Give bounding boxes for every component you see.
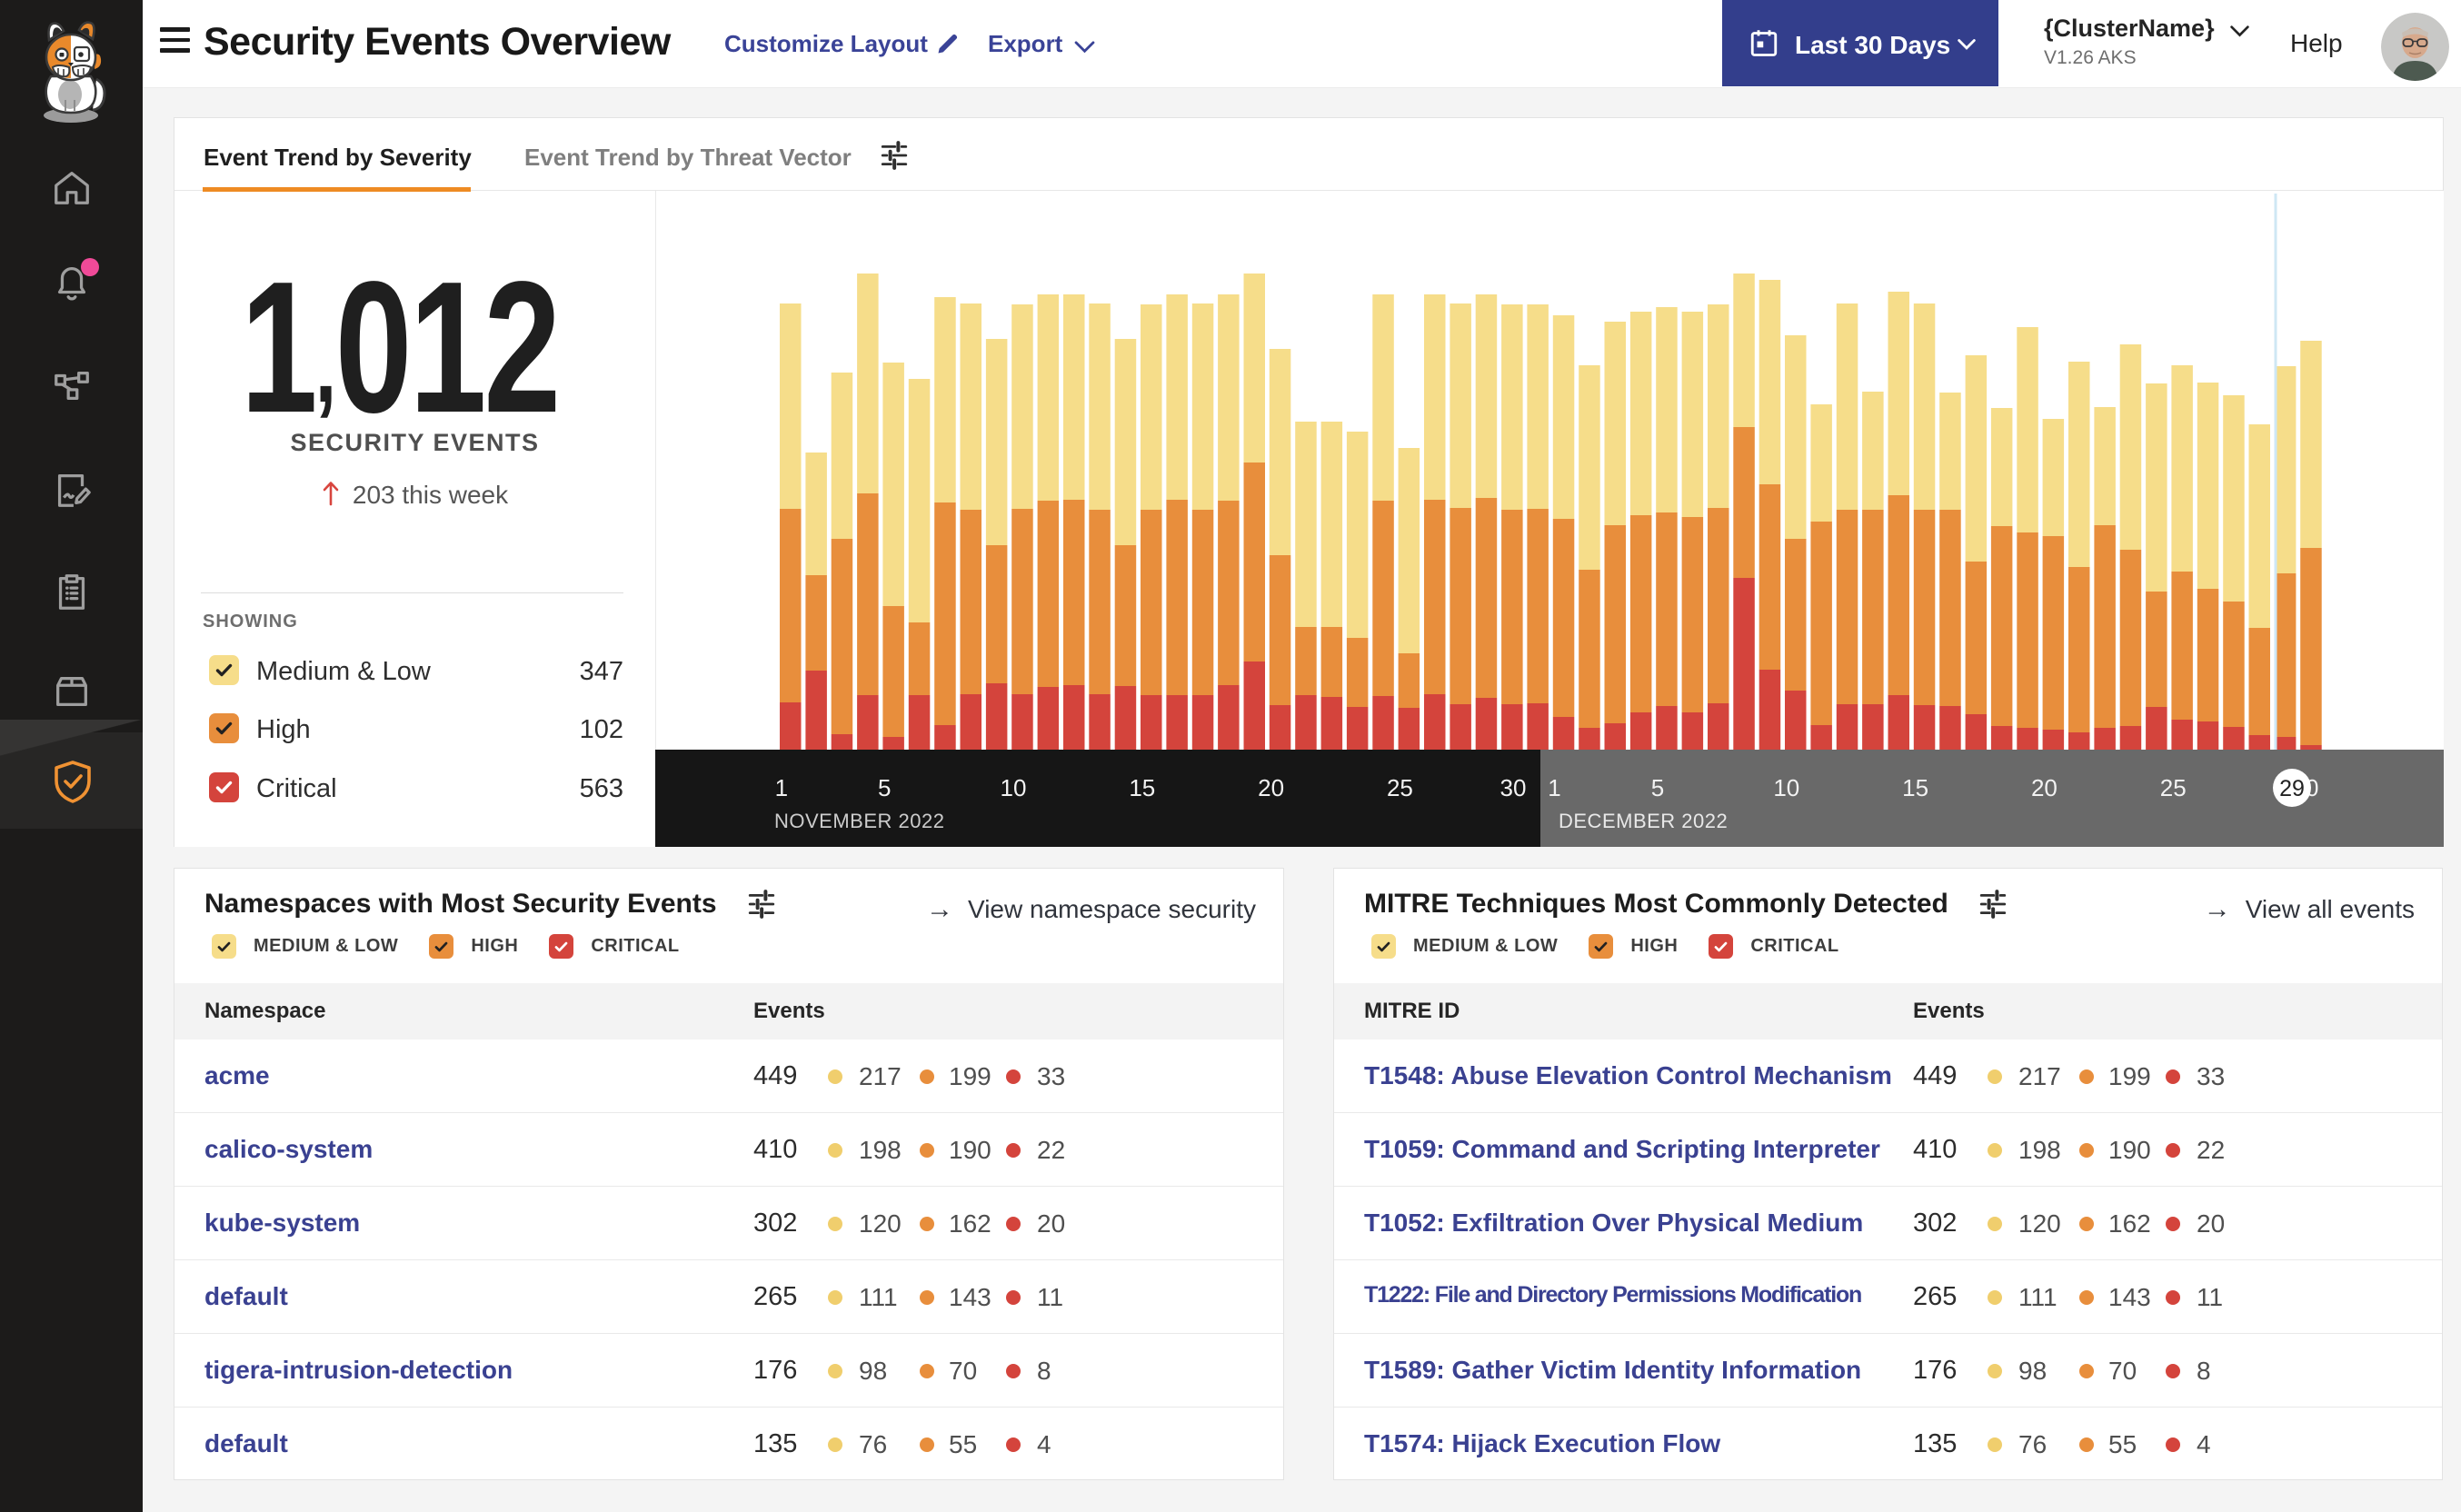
svg-text:NOVEMBER 2022: NOVEMBER 2022 — [774, 810, 944, 832]
svg-text:10: 10 — [1773, 774, 1799, 801]
svg-text:20: 20 — [1258, 774, 1284, 801]
svg-text:15: 15 — [1902, 774, 1928, 801]
svg-text:25: 25 — [2160, 774, 2187, 801]
svg-text:1: 1 — [1548, 774, 1560, 801]
svg-text:29: 29 — [2279, 776, 2305, 801]
svg-text:20: 20 — [2031, 774, 2057, 801]
svg-text:1: 1 — [775, 774, 788, 801]
svg-text:5: 5 — [1651, 774, 1664, 801]
svg-text:5: 5 — [878, 774, 891, 801]
svg-text:30: 30 — [1500, 774, 1527, 801]
svg-text:15: 15 — [1129, 774, 1155, 801]
svg-text:DECEMBER 2022: DECEMBER 2022 — [1559, 810, 1728, 832]
svg-text:25: 25 — [1387, 774, 1413, 801]
svg-text:10: 10 — [1001, 774, 1027, 801]
